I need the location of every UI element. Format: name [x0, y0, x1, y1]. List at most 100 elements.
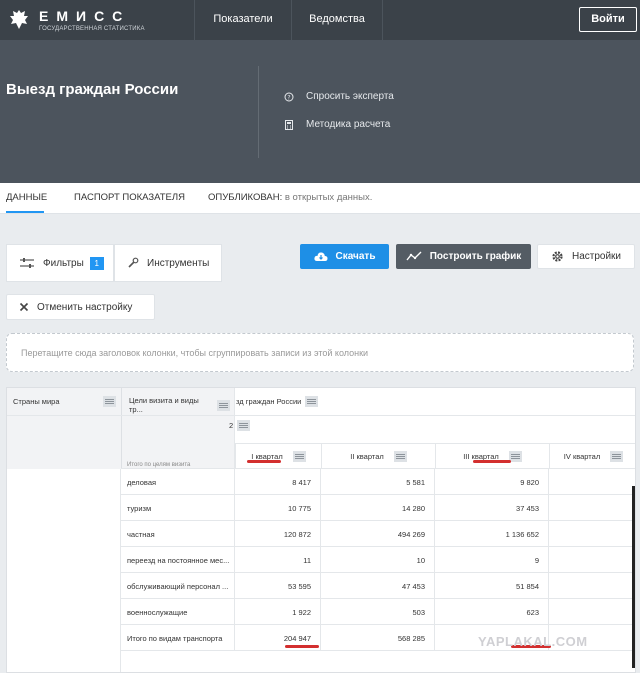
value-cell-empty: [549, 599, 635, 625]
reset-settings-label: Отменить настройку: [37, 301, 133, 313]
goal-cell: туризм: [121, 495, 235, 521]
value-cell: 568 285: [321, 625, 435, 651]
reset-settings-button[interactable]: Отменить настройку: [6, 294, 155, 320]
goal-cell: обслуживающий персонал ...: [121, 573, 235, 599]
value-cell-empty: [549, 547, 635, 573]
column-countries-label: Страны мира: [13, 397, 60, 406]
login-button[interactable]: Войти: [579, 7, 637, 32]
value-cell: 51 854: [435, 573, 549, 599]
value-cell: 53 595: [235, 573, 321, 599]
download-label: Скачать: [335, 251, 376, 262]
column-menu-icon[interactable]: [237, 420, 251, 431]
value-cell: 9: [435, 547, 549, 573]
published-label: ОПУБЛИКОВАН:: [208, 192, 283, 203]
calculator-icon: [285, 119, 293, 130]
instruments-button[interactable]: Инструменты: [114, 244, 222, 282]
value-cell: 14 280: [321, 495, 435, 521]
ask-expert-link[interactable]: ? Спросить эксперта: [284, 91, 394, 102]
methodology-link[interactable]: Методика расчета: [284, 119, 390, 130]
value-cell: 5 581: [321, 469, 435, 495]
column-header-goals[interactable]: Цели визита и виды тр...: [129, 396, 230, 414]
build-chart-label: Построить график: [429, 251, 522, 262]
goal-cell: частная: [121, 521, 235, 547]
column-header-q4[interactable]: IV квартал: [549, 443, 635, 469]
red-underline-mark: [247, 460, 281, 463]
column-menu-icon[interactable]: [393, 450, 407, 462]
published-value[interactable]: в открытых данных.: [285, 192, 373, 203]
column-goals-label: Цели визита и виды тр...: [129, 396, 199, 414]
value-cell: 10: [321, 547, 435, 573]
value-cell-empty: [549, 495, 635, 521]
countries-column-body: [7, 469, 121, 672]
value-cell: 8 417: [235, 469, 321, 495]
goal-cell: военнослужащие: [121, 599, 235, 625]
brand-title[interactable]: ЕМИСС: [39, 8, 130, 24]
wrench-icon: [128, 257, 139, 268]
filters-count-badge: 1: [89, 256, 104, 270]
value-cell: 623: [435, 599, 549, 625]
value-cell: 10 775: [235, 495, 321, 521]
column-menu-icon[interactable]: [610, 450, 624, 462]
cloud-download-icon: [313, 252, 328, 261]
published-status: ОПУБЛИКОВАН: в открытых данных.: [208, 192, 372, 203]
column-header-period[interactable]: 2: [229, 420, 251, 431]
indicator-header: Выезд граждан России ? Спросить эксперта…: [0, 40, 640, 183]
filters-button[interactable]: Фильтры 1: [6, 244, 114, 282]
column-egress-label: зд граждан России: [236, 397, 302, 406]
close-icon: [19, 302, 29, 312]
help-circle-icon: ?: [284, 92, 294, 101]
column-header-egress[interactable]: зд граждан России: [236, 396, 319, 407]
filters-label: Фильтры: [43, 257, 84, 269]
goal-cell: переезд на постоянное мес...: [121, 547, 235, 573]
column-menu-icon[interactable]: [217, 399, 230, 411]
group-drop-placeholder: Перетащите сюда заголовок колонки, чтобы…: [21, 348, 369, 358]
top-navigation: ЕМИСС ГОСУДАРСТВЕННАЯ СТАТИСТИКА Показат…: [0, 0, 640, 40]
column-period-label: 2: [229, 421, 234, 430]
value-cell: 503: [321, 599, 435, 625]
gear-icon: [552, 251, 563, 262]
brand-subtitle: ГОСУДАРСТВЕННАЯ СТАТИСТИКА: [39, 26, 145, 32]
q2-label: II квартал: [350, 451, 384, 461]
watermark-text: YAPLAKAL.COM: [478, 634, 588, 649]
column-menu-icon[interactable]: [103, 396, 116, 407]
active-tab-indicator: [6, 211, 44, 213]
ask-expert-label: Спросить эксперта: [306, 91, 394, 102]
value-cell-empty: [549, 573, 635, 599]
nav-agencies[interactable]: Ведомства: [291, 0, 383, 40]
column-header-q2[interactable]: II квартал: [321, 443, 435, 469]
build-chart-button[interactable]: Построить график: [396, 244, 531, 269]
value-cell: 494 269: [321, 521, 435, 547]
column-header-q3[interactable]: III квартал: [435, 443, 549, 469]
nav-indicators[interactable]: Показатели: [194, 0, 291, 40]
value-cell: 37 453: [435, 495, 549, 521]
red-underline-mark: [473, 460, 511, 463]
group-drop-zone[interactable]: Перетащите сюда заголовок колонки, чтобы…: [6, 333, 634, 372]
download-button[interactable]: Скачать: [300, 244, 389, 269]
methodology-label: Методика расчета: [306, 119, 391, 130]
column-header-q1[interactable]: I квартал: [235, 443, 321, 469]
value-cell-empty: [549, 469, 635, 495]
value-cell: 9 820: [435, 469, 549, 495]
value-cell: 1 922: [235, 599, 321, 625]
settings-label: Настройки: [571, 251, 622, 262]
value-cell: 1 136 652: [435, 521, 549, 547]
svg-text:?: ?: [287, 94, 290, 101]
partial-row-label: Итого по целям визита: [121, 461, 235, 469]
column-menu-icon[interactable]: [292, 450, 306, 462]
settings-button[interactable]: Настройки: [537, 244, 635, 269]
tabs-bar: ДАННЫЕ ПАСПОРТ ПОКАЗАТЕЛЯ ОПУБЛИКОВАН: в…: [0, 183, 640, 214]
column-header-countries[interactable]: Страны мира: [13, 396, 116, 407]
instruments-label: Инструменты: [147, 257, 210, 269]
value-cell: 47 453: [321, 573, 435, 599]
value-cell: 11: [235, 547, 321, 573]
tab-passport[interactable]: ПАСПОРТ ПОКАЗАТЕЛЯ: [74, 192, 185, 203]
data-grid: Страны мира Цели визита и виды тр... зд …: [6, 387, 636, 673]
value-cell-empty: [549, 521, 635, 547]
eagle-emblem-icon: [10, 10, 28, 29]
goal-cell: Итого по видам транспорта: [121, 625, 235, 651]
column-menu-icon[interactable]: [305, 396, 319, 407]
scrollbar[interactable]: [632, 486, 635, 668]
tab-data[interactable]: ДАННЫЕ: [6, 192, 47, 203]
value-cell: 120 872: [235, 521, 321, 547]
header-divider: [258, 66, 259, 158]
